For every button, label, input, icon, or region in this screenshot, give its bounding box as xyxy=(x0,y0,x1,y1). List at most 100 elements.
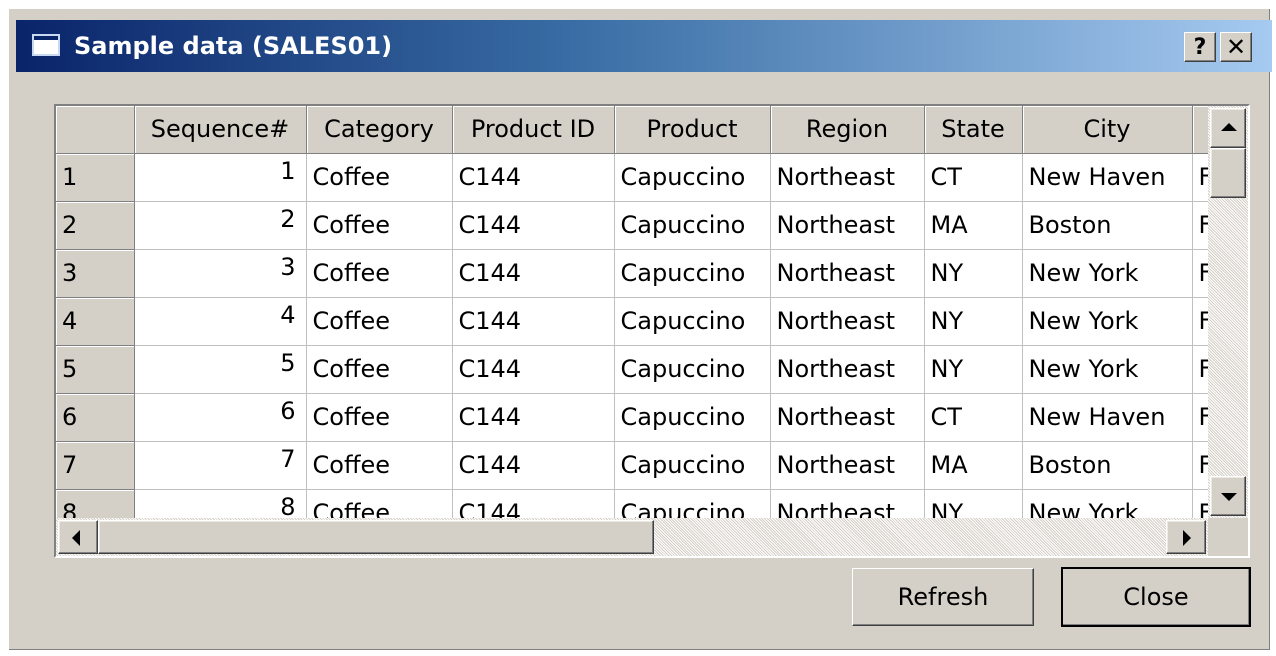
row-number-header[interactable] xyxy=(56,106,135,154)
table-cell[interactable]: C144 xyxy=(452,249,615,298)
table-row[interactable]: 1 1 Coffee C144 Capuccino Northeast CT New Have… xyxy=(56,153,1208,202)
table-cell[interactable]: Coffee xyxy=(306,345,453,394)
column-header[interactable]: Sequence# xyxy=(134,106,307,154)
table-cell[interactable]: C144 xyxy=(452,489,615,518)
table-cell[interactable]: New Haven xyxy=(1022,393,1193,442)
table-cell[interactable]: MA xyxy=(924,441,1023,490)
column-header[interactable] xyxy=(1192,106,1208,154)
row-number-cell[interactable]: 2 xyxy=(56,201,135,250)
table-cell[interactable]: Northeast xyxy=(770,345,925,394)
table-row[interactable]: 4 4 Coffee C144 Capuccino Northeast NY New York… xyxy=(56,297,1208,346)
table-cell[interactable]: Boston xyxy=(1022,201,1193,250)
column-header[interactable]: State xyxy=(924,106,1023,154)
close-button[interactable]: Close xyxy=(1061,567,1251,627)
table-cell[interactable]: F xyxy=(1192,201,1208,250)
table-cell[interactable]: Northeast xyxy=(770,441,925,490)
table-cell[interactable]: MA xyxy=(924,201,1023,250)
table-cell[interactable]: F xyxy=(1192,489,1208,518)
table-cell[interactable]: Capuccino xyxy=(614,441,771,490)
column-header[interactable]: Product ID xyxy=(452,106,615,154)
scroll-up-button[interactable] xyxy=(1210,108,1246,148)
table-cell[interactable]: C144 xyxy=(452,201,615,250)
table-cell[interactable]: New York xyxy=(1022,489,1193,518)
table-cell[interactable]: Northeast xyxy=(770,153,925,202)
column-header[interactable]: Product xyxy=(614,106,771,154)
table-cell[interactable]: F xyxy=(1192,345,1208,394)
table-cell[interactable]: Capuccino xyxy=(614,297,771,346)
table-cell[interactable]: 8 xyxy=(134,489,307,518)
scroll-left-button[interactable] xyxy=(58,520,98,554)
table-cell[interactable]: Coffee xyxy=(306,489,453,518)
table-cell[interactable]: F xyxy=(1192,153,1208,202)
table-cell[interactable]: Boston xyxy=(1022,441,1193,490)
help-button[interactable]: ? xyxy=(1184,32,1216,62)
table-cell[interactable]: C144 xyxy=(452,441,615,490)
column-header[interactable]: Category xyxy=(306,106,453,154)
table-cell[interactable]: Coffee xyxy=(306,201,453,250)
table-row[interactable]: 7 7 CoffeeC144CapuccinoNortheastMABostonF xyxy=(56,441,1208,490)
column-header[interactable]: Region xyxy=(770,106,925,154)
row-number-cell[interactable]: 4 xyxy=(56,297,135,346)
table-cell[interactable]: C144 xyxy=(452,393,615,442)
table-cell[interactable]: C144 xyxy=(452,297,615,346)
table-row[interactable]: 5 5 Coffee C144 Capuccino Northeast NY New York… xyxy=(56,345,1208,394)
table-cell[interactable]: New York xyxy=(1022,345,1193,394)
table-cell[interactable]: New Haven xyxy=(1022,153,1193,202)
table-cell[interactable]: Coffee xyxy=(306,297,453,346)
table-cell[interactable]: Capuccino xyxy=(614,153,771,202)
vertical-scroll-thumb[interactable] xyxy=(1210,148,1246,198)
table-cell[interactable]: NY xyxy=(924,249,1023,298)
close-window-button[interactable]: ✕ xyxy=(1220,32,1252,62)
table-cell[interactable]: Northeast xyxy=(770,393,925,442)
refresh-button[interactable]: Refresh xyxy=(852,568,1034,626)
table-cell[interactable]: Northeast xyxy=(770,201,925,250)
table-cell[interactable]: Capuccino xyxy=(614,393,771,442)
table-cell[interactable]: 2 xyxy=(134,201,307,250)
table-cell[interactable]: 5 xyxy=(134,345,307,394)
table-cell[interactable]: Coffee xyxy=(306,393,453,442)
table-cell[interactable]: Coffee xyxy=(306,441,453,490)
table-cell[interactable]: Capuccino xyxy=(614,345,771,394)
row-number-cell[interactable]: 8 xyxy=(56,489,135,518)
table-row[interactable]: 3 3 Coffee C144 Capuccino Northeast NY New York… xyxy=(56,249,1208,298)
table-cell[interactable]: F xyxy=(1192,393,1208,442)
scroll-right-button[interactable] xyxy=(1166,520,1206,554)
table-cell[interactable]: Capuccino xyxy=(614,489,771,518)
table-cell[interactable]: Northeast xyxy=(770,489,925,518)
table-row[interactable]: 2 2 CoffeeC144CapuccinoNortheastMABostonF xyxy=(56,201,1208,250)
horizontal-scroll-thumb[interactable] xyxy=(98,520,654,554)
horizontal-scrollbar[interactable] xyxy=(56,518,1208,556)
table-row[interactable]: 8 8 Coffee C144 Capuccino Northeast NY New York… xyxy=(56,489,1208,518)
row-number-cell[interactable]: 6 xyxy=(56,393,135,442)
table-cell[interactable]: CT xyxy=(924,153,1023,202)
scroll-down-button[interactable] xyxy=(1210,476,1246,516)
table-cell[interactable]: F xyxy=(1192,249,1208,298)
row-number-cell[interactable]: 7 xyxy=(56,441,135,490)
table-cell[interactable]: NY xyxy=(924,345,1023,394)
table-cell[interactable]: C144 xyxy=(452,153,615,202)
table-cell[interactable]: New York xyxy=(1022,249,1193,298)
table-cell[interactable]: NY xyxy=(924,297,1023,346)
row-number-cell[interactable]: 1 xyxy=(56,153,135,202)
table-cell[interactable]: Capuccino xyxy=(614,249,771,298)
table-cell[interactable]: Coffee xyxy=(306,153,453,202)
table-cell[interactable]: 6 xyxy=(134,393,307,442)
table-cell[interactable]: F xyxy=(1192,441,1208,490)
table-cell[interactable]: F xyxy=(1192,297,1208,346)
table-cell[interactable]: Capuccino xyxy=(614,201,771,250)
table-cell[interactable]: 7 xyxy=(134,441,307,490)
table-cell[interactable]: Northeast xyxy=(770,249,925,298)
table-cell[interactable]: Northeast xyxy=(770,297,925,346)
row-number-cell[interactable]: 5 xyxy=(56,345,135,394)
table-cell[interactable]: CT xyxy=(924,393,1023,442)
vertical-scrollbar[interactable] xyxy=(1208,106,1248,518)
table-cell[interactable]: 3 xyxy=(134,249,307,298)
table-cell[interactable]: 4 xyxy=(134,297,307,346)
table-cell[interactable]: 1 xyxy=(134,153,307,202)
column-header[interactable]: City xyxy=(1022,106,1193,154)
title-bar[interactable]: Sample data (SALES01) ? ✕ xyxy=(16,20,1272,72)
table-cell[interactable]: NY xyxy=(924,489,1023,518)
table-cell[interactable]: C144 xyxy=(452,345,615,394)
table-cell[interactable]: Coffee xyxy=(306,249,453,298)
row-number-cell[interactable]: 3 xyxy=(56,249,135,298)
